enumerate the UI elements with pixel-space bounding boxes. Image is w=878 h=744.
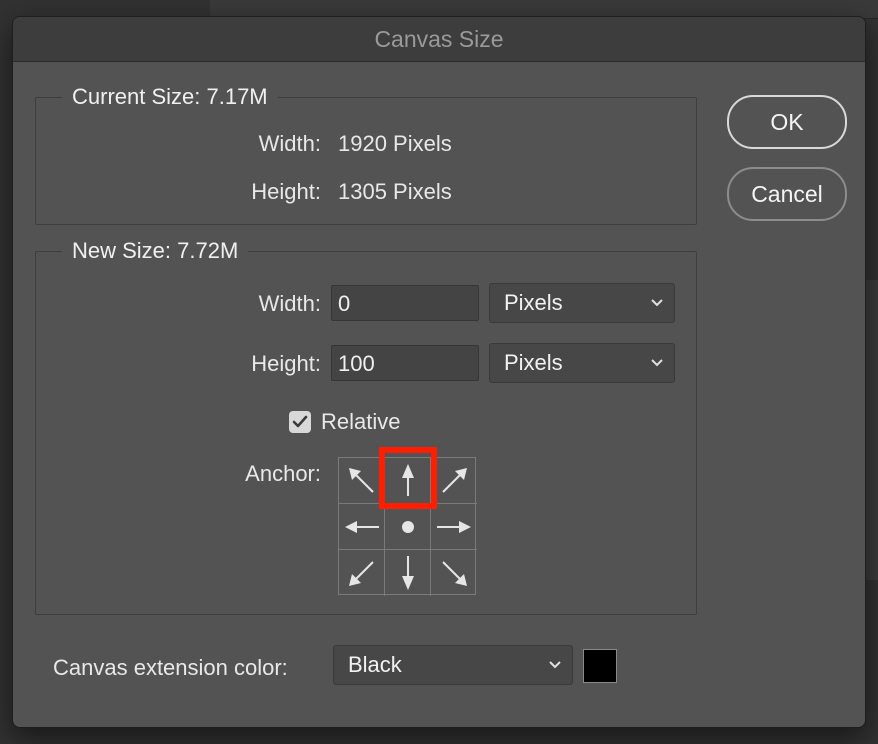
new-width-label: Width: [258,291,321,316]
anchor-highlight-box [379,447,437,509]
anchor-bottom-center[interactable] [385,550,431,596]
canvas-size-dialog: Canvas Size Current Size: 7.17M Width: 1… [12,16,866,728]
dialog-title: Canvas Size [374,26,504,52]
anchor-bottom-right[interactable] [431,550,477,596]
current-width-value: 1920 Pixels [338,131,452,156]
anchor-middle-left[interactable] [339,504,385,550]
relative-label: Relative [321,409,401,434]
anchor-bottom-left[interactable] [339,550,385,596]
new-height-label: Height: [251,351,321,376]
anchor-top-right[interactable] [431,458,477,504]
anchor-center[interactable] [385,504,431,550]
chevron-down-icon [651,299,663,307]
current-height-value: 1305 Pixels [338,179,452,204]
extension-color-value: Black [348,652,402,677]
current-height-label: Height: [251,179,321,204]
current-width-label: Width: [258,131,321,156]
arrow-up-right-icon [442,468,467,493]
new-size-legend: New Size: 7.72M [62,238,249,264]
extension-color-label: Canvas extension color: [53,655,288,680]
current-size-legend: Current Size: 7.17M [62,84,278,110]
current-size-group: Current Size: 7.17M [35,84,697,225]
ok-button[interactable]: OK [727,95,847,149]
height-unit-select[interactable]: Pixels [489,343,675,383]
cancel-button[interactable]: Cancel [727,167,847,221]
anchor-middle-right[interactable] [431,504,477,550]
relative-checkbox[interactable] [289,411,311,433]
width-unit-value: Pixels [504,290,563,315]
dot-icon [402,521,414,533]
arrow-down-left-icon [349,561,374,586]
width-unit-select[interactable]: Pixels [489,283,675,323]
chevron-down-icon [549,661,561,669]
arrow-down-icon [402,556,414,590]
extension-color-swatch[interactable] [583,649,617,683]
chevron-down-icon [651,359,663,367]
dialog-titlebar: Canvas Size [13,17,865,62]
extension-color-select[interactable]: Black [333,645,573,685]
height-unit-value: Pixels [504,350,563,375]
anchor-label: Anchor: [245,461,321,486]
checkmark-icon [292,415,308,428]
arrow-down-right-icon [442,561,467,586]
background-panel [864,280,878,580]
arrow-left-icon [345,521,379,533]
arrow-right-icon [437,521,471,533]
height-input[interactable]: 100 [331,345,479,381]
width-input[interactable]: 0 [331,285,479,321]
